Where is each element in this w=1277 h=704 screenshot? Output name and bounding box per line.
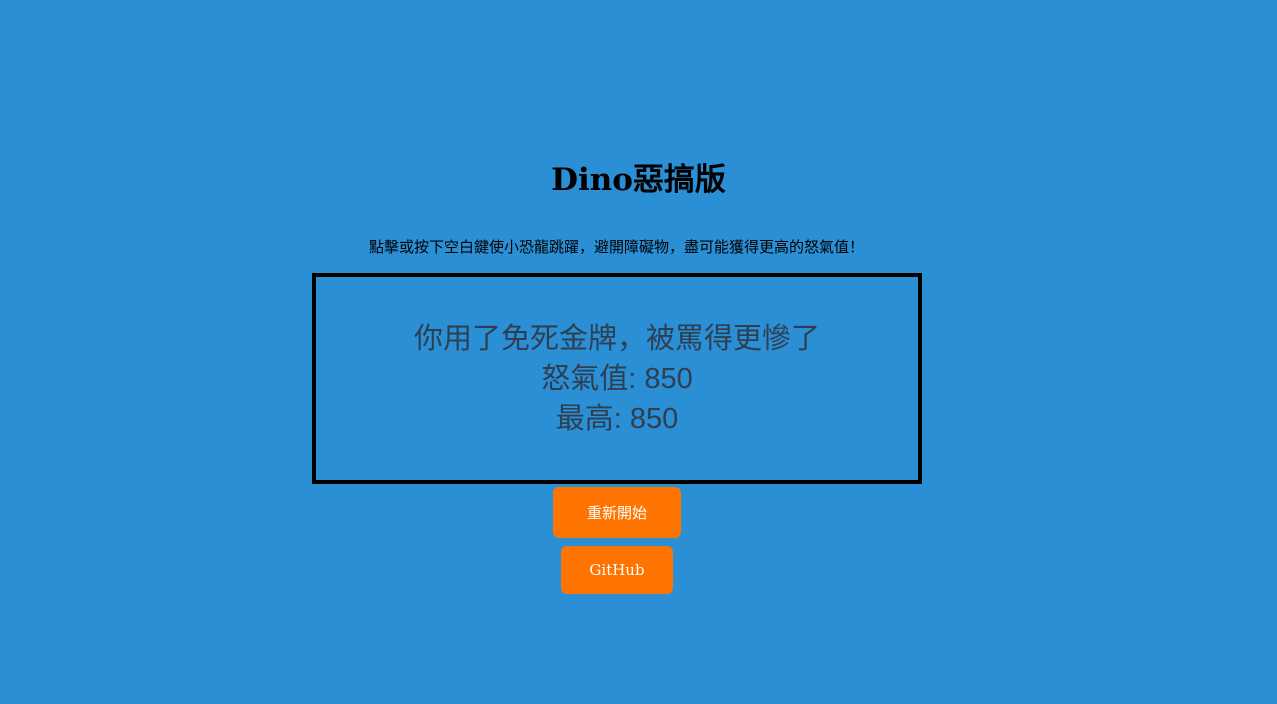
instructions-text: 點擊或按下空白鍵使小恐龍跳躍，避開障礙物，盡可能獲得更高的怒氣值！ [368,238,864,256]
score-text: 怒氣值: 850 [541,362,693,395]
game-over-message: 你用了免死金牌，被罵得更慘了 [413,322,820,355]
github-button[interactable]: GitHub [561,546,673,594]
best-score-text: 最高: 850 [555,402,679,435]
page-title: Dino惡搞版 [551,162,726,198]
restart-button[interactable]: 重新開始 [553,487,681,538]
game-canvas[interactable]: 你用了免死金牌，被罵得更慘了 怒氣值: 850 最高: 850 [312,273,922,484]
